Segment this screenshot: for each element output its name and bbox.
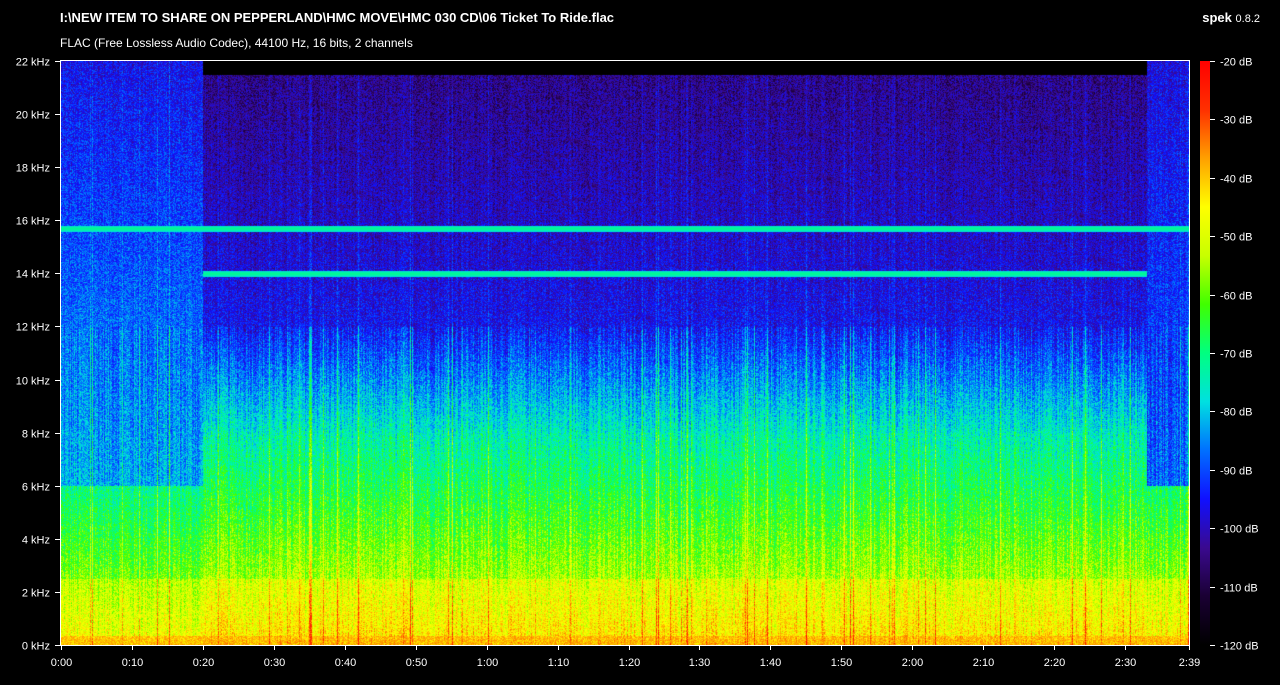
plot-frame xyxy=(60,60,1190,646)
x-tick-label: 2:00 xyxy=(902,657,923,669)
y-tick-label: 10 kHz xyxy=(16,376,50,388)
y-tick-label: 12 kHz xyxy=(16,322,50,334)
x-tick-label: 2:30 xyxy=(1115,657,1136,669)
colorbar-tick-label: -120 dB xyxy=(1220,641,1259,653)
x-tick-label: 1:50 xyxy=(831,657,852,669)
colorbar-tick-label: -50 dB xyxy=(1220,232,1252,244)
colorbar-ticks: -20 dB -30 dB -40 dB -50 dB -60 dB -70 dB -80 … xyxy=(1210,57,1259,653)
y-tick-label: 16 kHz xyxy=(16,216,50,228)
x-tick-label: 1:00 xyxy=(477,657,498,669)
x-tick-label: 1:10 xyxy=(548,657,569,669)
x-axis-ticks: 0:00 0:10 0:20 0:30 0:40 0:50 1:00 1:10 1:20 1:30… xyxy=(51,645,1200,669)
colorbar-tick-label: -110 dB xyxy=(1220,583,1258,595)
y-tick-label: 8 kHz xyxy=(22,429,50,441)
x-tick-label: 1:20 xyxy=(619,657,640,669)
colorbar-tick-label: -20 dB xyxy=(1220,57,1252,69)
y-tick-label: 20 kHz xyxy=(16,110,50,122)
x-tick-label: 0:20 xyxy=(193,657,214,669)
y-tick-label: 2 kHz xyxy=(22,588,50,600)
y-tick-label: 6 kHz xyxy=(22,482,50,494)
y-tick-label: 14 kHz xyxy=(16,269,50,281)
x-tick-label: 0:30 xyxy=(264,657,285,669)
colorbar-tick-label: -80 dB xyxy=(1220,407,1252,419)
x-tick-label: 2:39 xyxy=(1179,657,1200,669)
x-tick-label: 2:20 xyxy=(1044,657,1065,669)
x-tick-label: 0:10 xyxy=(122,657,143,669)
colorbar-tick-label: -70 dB xyxy=(1220,349,1252,361)
colorbar-tick-label: -30 dB xyxy=(1220,115,1252,127)
chart-axes: 0:00 0:10 0:20 0:30 0:40 0:50 1:00 1:10 1:20 1:30… xyxy=(16,57,1259,670)
colorbar-tick-label: -90 dB xyxy=(1220,466,1252,478)
x-tick-label: 1:40 xyxy=(760,657,781,669)
colorbar-tick-label: -100 dB xyxy=(1220,524,1259,536)
x-tick-label: 2:10 xyxy=(973,657,994,669)
y-tick-label: 22 kHz xyxy=(16,57,50,69)
colorbar-tick-label: -60 dB xyxy=(1220,291,1252,303)
x-tick-label: 0:00 xyxy=(51,657,72,669)
x-tick-label: 0:50 xyxy=(406,657,427,669)
x-tick-label: 1:30 xyxy=(689,657,710,669)
y-axis-ticks: 0 kHz 2 kHz 4 kHz 6 kHz 8 kHz 10 kHz 12 kHz 14 … xyxy=(16,57,60,653)
x-tick-label: 0:40 xyxy=(335,657,356,669)
colorbar xyxy=(1200,61,1210,645)
y-tick-label: 0 kHz xyxy=(22,641,50,653)
colorbar-tick-label: -40 dB xyxy=(1220,174,1252,186)
y-tick-label: 18 kHz xyxy=(16,163,50,175)
y-tick-label: 4 kHz xyxy=(22,535,50,547)
